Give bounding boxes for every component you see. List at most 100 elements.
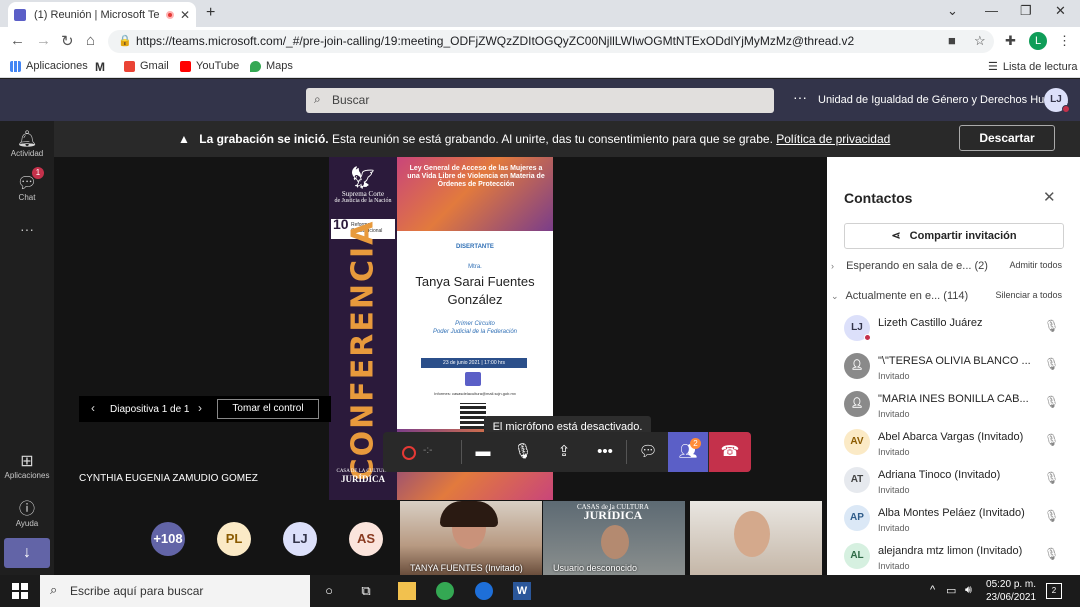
file-explorer-icon[interactable] (398, 582, 416, 600)
discard-button[interactable]: Descartar (959, 125, 1055, 151)
bookmark-maps[interactable]: Maps (250, 60, 293, 72)
profile-avatar[interactable]: L (1029, 32, 1047, 50)
mic-off-icon[interactable]: 🎙︎ (1044, 395, 1059, 409)
bookmark-gmail[interactable]: Gmail (124, 60, 169, 72)
mic-off-icon[interactable]: 🎙︎ (1044, 319, 1059, 333)
video-tile[interactable] (690, 501, 822, 575)
edge-icon[interactable] (475, 582, 493, 600)
task-view-icon[interactable]: ⧉ (357, 582, 375, 600)
minimize-button[interactable]: — (985, 3, 998, 18)
participant-row[interactable]: 👤︎ "MARIA INES BONILLA CAB... Invitado 🎙︎ (844, 387, 1074, 423)
admit-all-button[interactable]: Admitir todos (1009, 260, 1062, 270)
share-screen-icon[interactable]: ⇪ (544, 432, 584, 472)
back-button[interactable]: ← (10, 32, 25, 49)
participant-row[interactable]: LJ Lizeth Castillo Juárez 🎙︎ (844, 311, 1074, 347)
word-icon[interactable]: W (513, 582, 531, 600)
close-panel-icon[interactable]: ✕ (1043, 188, 1056, 206)
mic-off-icon[interactable]: 🎙︎ (1044, 471, 1059, 485)
more-actions-icon[interactable]: ••• (585, 432, 625, 472)
taskbar-search[interactable]: ⌕ Escribe aquí para buscar (40, 575, 310, 607)
share-invite-button[interactable]: ⋖ Compartir invitación (844, 223, 1064, 249)
bookmark-youtube[interactable]: YouTube (180, 60, 239, 72)
video-tile[interactable]: CASAS de la CULTURA JURÍDICA Usuario des… (543, 501, 685, 575)
reading-list[interactable]: ☰ Lista de lectura (988, 60, 1077, 74)
current-section[interactable]: ⌄ Actualmente en e... (114) Silenciar a … (831, 290, 1080, 302)
phone-hangup-icon: ☎ (720, 443, 740, 460)
forward-button[interactable]: → (36, 32, 51, 49)
browser-menu-icon[interactable]: ⋮ (1058, 33, 1071, 49)
notification-center-icon[interactable]: 2 (1046, 583, 1062, 599)
participant-avatar[interactable]: LJ (283, 522, 317, 556)
close-tab-icon[interactable]: ✕ (180, 8, 190, 22)
new-tab-button[interactable]: + (206, 4, 215, 22)
mic-off-icon[interactable]: 🎙︎ (1044, 547, 1059, 561)
app-rail: 🔔︎ Actividad 💬︎ Chat 1 ··· ⊞ Aplicacione… (0, 121, 54, 575)
download-button[interactable]: ↓ (4, 538, 50, 568)
mic-off-icon[interactable]: 🎙︎ (1044, 509, 1059, 523)
participants-button[interactable]: 👥︎ 2 (668, 432, 708, 472)
mic-off-icon[interactable]: 🎙︎ (1044, 433, 1059, 447)
mic-off-icon[interactable]: 🎙︎ (1044, 357, 1059, 371)
bookmark-star-icon[interactable]: ☆ (974, 33, 986, 49)
panel-title: Contactos (844, 190, 913, 206)
extensions-icon[interactable]: ✚ (1005, 33, 1016, 49)
participant-role: Invitado (878, 523, 910, 533)
prev-slide-icon[interactable]: ‹ (91, 401, 95, 415)
home-button[interactable]: ⌂ (86, 32, 95, 49)
contacts-panel: Contactos ✕ ⋖ Compartir invitación › Esp… (827, 157, 1080, 575)
chat-toggle-icon[interactable]: 💬︎ (628, 432, 668, 472)
reload-button[interactable]: ↻ (61, 32, 74, 50)
windows-start-icon[interactable] (12, 583, 28, 599)
more-options-icon[interactable]: ··· (793, 89, 807, 105)
waiting-section[interactable]: › Esperando en sala de e... (2) Admitir … (831, 260, 1080, 272)
busy-status-dot (864, 334, 871, 341)
close-window-button[interactable]: ✕ (1055, 3, 1066, 19)
participant-avatar[interactable]: AS (349, 522, 383, 556)
rail-more-icon[interactable]: ··· (0, 221, 54, 237)
next-slide-icon[interactable]: › (198, 401, 202, 415)
maximize-button[interactable]: ❐ (1020, 3, 1032, 19)
participant-row[interactable]: AV Abel Abarca Vargas (Invitado) Invitado 🎙… (844, 425, 1074, 461)
rail-help[interactable]: ⓘ Ayuda (0, 495, 54, 528)
participant-role: Invitado (878, 561, 910, 571)
org-name[interactable]: Unidad de Igualdad de Género y Derechos … (818, 94, 1069, 106)
participant-row[interactable]: AL alejandra mtz limon (Invitado) Invitado… (844, 539, 1074, 575)
participant-row[interactable]: AP Alba Montes Peláez (Invitado) Invitado 🎙… (844, 501, 1074, 537)
search-placeholder: Buscar (332, 93, 370, 107)
take-control-button[interactable]: Tomar el control (217, 399, 319, 419)
rail-apps[interactable]: ⊞ Aplicaciones (0, 451, 54, 480)
search-input[interactable]: ⌕ Buscar (306, 88, 774, 113)
mic-off-icon[interactable]: 🎙︎ (503, 432, 543, 472)
overflow-participants[interactable]: +108 (151, 522, 185, 556)
privacy-link[interactable]: Política de privacidad (776, 132, 890, 146)
participant-hair (440, 501, 498, 527)
user-avatar[interactable]: LJ (1044, 88, 1070, 113)
participant-avatar[interactable]: PL (217, 522, 251, 556)
divider (626, 440, 627, 464)
network-icon[interactable]: ▭ (946, 584, 956, 597)
event-date: 23 de junio 2021 | 17:00 hrs (421, 358, 527, 368)
mute-all-button[interactable]: Silenciar a todos (995, 290, 1062, 300)
camera-toggle-icon[interactable]: ▬ (463, 432, 503, 472)
bookmark-apps[interactable]: Aplicaciones (10, 60, 88, 72)
tab-search-icon[interactable]: ⌄ (947, 3, 958, 19)
camera-icon[interactable]: ■ (948, 33, 956, 48)
clock-time: 05:20 p. m. (986, 579, 1037, 590)
chrome-icon[interactable] (436, 582, 454, 600)
bookmark-mo[interactable]: M (95, 60, 105, 74)
participant-row[interactable]: AT Adriana Tinoco (Invitado) Invitado 🎙︎ (844, 463, 1074, 499)
rail-chat[interactable]: 💬︎ Chat (0, 173, 54, 202)
gmail-icon (124, 60, 135, 72)
video-tile[interactable]: TANYA FUENTES (Invitado) (400, 501, 542, 575)
url-field[interactable]: 🔒 https://teams.microsoft.com/_#/pre-joi… (108, 30, 994, 53)
volume-icon[interactable]: 🔊︎ (965, 584, 972, 597)
rail-label: Aplicaciones (4, 471, 50, 480)
teams-logo-icon (465, 372, 481, 386)
system-clock[interactable]: 05:20 p. m. 23/06/2021 (986, 578, 1036, 604)
browser-tab[interactable]: (1) Reunión | Microsoft Teams ✕ (8, 2, 196, 27)
participant-row[interactable]: 👤︎ "\"TERESA OLIVIA BLANCO ... Invitado 🎙︎ (844, 349, 1074, 385)
cortana-icon[interactable]: ○ (320, 582, 338, 600)
tray-chevron-icon[interactable]: ^ (930, 584, 935, 596)
hang-up-button[interactable]: ☎ (709, 432, 751, 472)
rail-activity[interactable]: 🔔︎ Actividad (0, 129, 54, 158)
